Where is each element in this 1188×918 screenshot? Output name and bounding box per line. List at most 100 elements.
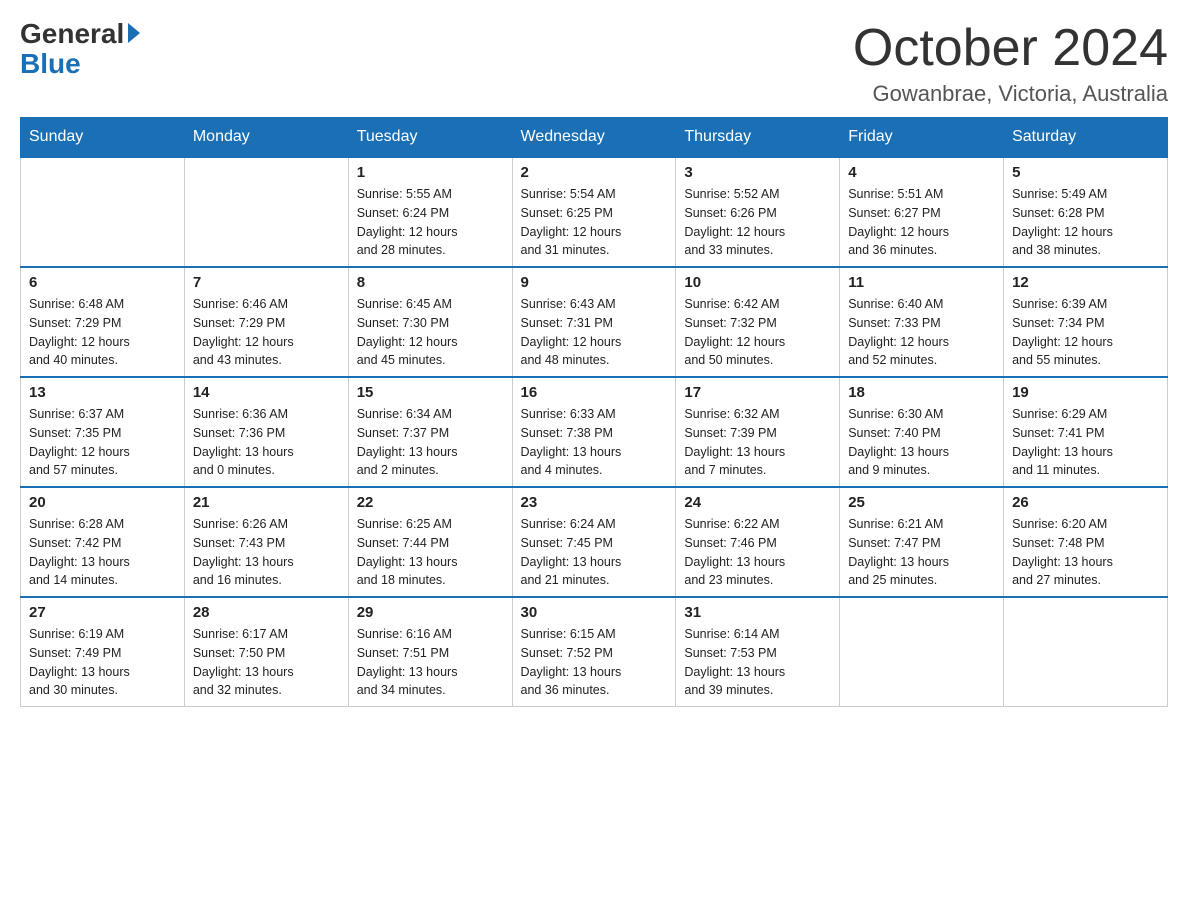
calendar-header-row: SundayMondayTuesdayWednesdayThursdayFrid… xyxy=(21,118,1168,158)
calendar-cell: 8 Sunrise: 6:45 AM Sunset: 7:30 PM Daylig… xyxy=(348,267,512,377)
day-number: 25 xyxy=(848,494,995,511)
day-info: Sunrise: 6:48 AM Sunset: 7:29 PM Dayligh… xyxy=(29,295,176,370)
day-number: 5 xyxy=(1012,164,1159,181)
logo-blue-text: Blue xyxy=(20,48,81,80)
day-number: 12 xyxy=(1012,274,1159,291)
calendar-cell: 17 Sunrise: 6:32 AM Sunset: 7:39 PM Dayli… xyxy=(676,377,840,487)
calendar-cell: 14 Sunrise: 6:36 AM Sunset: 7:36 PM Dayli… xyxy=(184,377,348,487)
day-number: 19 xyxy=(1012,384,1159,401)
day-number: 30 xyxy=(521,604,668,621)
logo-triangle-icon xyxy=(128,23,140,43)
day-info: Sunrise: 6:22 AM Sunset: 7:46 PM Dayligh… xyxy=(684,515,831,590)
day-info: Sunrise: 6:26 AM Sunset: 7:43 PM Dayligh… xyxy=(193,515,340,590)
day-info: Sunrise: 6:42 AM Sunset: 7:32 PM Dayligh… xyxy=(684,295,831,370)
day-number: 21 xyxy=(193,494,340,511)
calendar-cell: 22Sunrise: 6:25 AM Sunset: 7:44 PM Dayli… xyxy=(348,487,512,597)
week-row-4: 20Sunrise: 6:28 AM Sunset: 7:42 PM Dayli… xyxy=(21,487,1168,597)
day-number: 31 xyxy=(684,604,831,621)
location-text: Gowanbrae, Victoria, Australia xyxy=(853,81,1168,107)
day-info: Sunrise: 6:39 AM Sunset: 7:34 PM Dayligh… xyxy=(1012,295,1159,370)
calendar-cell: 2Sunrise: 5:54 AM Sunset: 6:25 PM Daylig… xyxy=(512,157,676,267)
calendar-header-tuesday: Tuesday xyxy=(348,118,512,158)
day-number: 8 xyxy=(357,274,504,291)
day-number: 16 xyxy=(521,384,668,401)
day-number: 15 xyxy=(357,384,504,401)
day-info: Sunrise: 6:21 AM Sunset: 7:47 PM Dayligh… xyxy=(848,515,995,590)
day-info: Sunrise: 6:29 AM Sunset: 7:41 PM Dayligh… xyxy=(1012,405,1159,480)
day-info: Sunrise: 6:34 AM Sunset: 7:37 PM Dayligh… xyxy=(357,405,504,480)
day-number: 29 xyxy=(357,604,504,621)
day-number: 1 xyxy=(357,164,504,181)
day-number: 23 xyxy=(521,494,668,511)
calendar-cell: 9Sunrise: 6:43 AM Sunset: 7:31 PM Daylig… xyxy=(512,267,676,377)
calendar-cell: 6Sunrise: 6:48 AM Sunset: 7:29 PM Daylig… xyxy=(21,267,185,377)
calendar-cell: 23 Sunrise: 6:24 AM Sunset: 7:45 PM Dayli… xyxy=(512,487,676,597)
day-number: 26 xyxy=(1012,494,1159,511)
day-number: 24 xyxy=(684,494,831,511)
day-info: Sunrise: 5:52 AM Sunset: 6:26 PM Dayligh… xyxy=(684,185,831,260)
calendar-cell: 31 Sunrise: 6:14 AM Sunset: 7:53 PM Dayli… xyxy=(676,597,840,707)
calendar-cell: 4Sunrise: 5:51 AM Sunset: 6:27 PM Daylig… xyxy=(840,157,1004,267)
day-info: Sunrise: 6:45 AM Sunset: 7:30 PM Dayligh… xyxy=(357,295,504,370)
calendar-cell: 12 Sunrise: 6:39 AM Sunset: 7:34 PM Dayli… xyxy=(1004,267,1168,377)
calendar-header-friday: Friday xyxy=(840,118,1004,158)
calendar-cell: 16Sunrise: 6:33 AM Sunset: 7:38 PM Dayli… xyxy=(512,377,676,487)
day-info: Sunrise: 6:19 AM Sunset: 7:49 PM Dayligh… xyxy=(29,625,176,700)
day-info: Sunrise: 6:24 AM Sunset: 7:45 PM Dayligh… xyxy=(521,515,668,590)
day-info: Sunrise: 6:36 AM Sunset: 7:36 PM Dayligh… xyxy=(193,405,340,480)
calendar-header-thursday: Thursday xyxy=(676,118,840,158)
day-info: Sunrise: 6:16 AM Sunset: 7:51 PM Dayligh… xyxy=(357,625,504,700)
logo-general-text: General xyxy=(20,20,124,48)
calendar-cell xyxy=(1004,597,1168,707)
day-number: 4 xyxy=(848,164,995,181)
calendar-cell xyxy=(184,157,348,267)
calendar-cell: 13Sunrise: 6:37 AM Sunset: 7:35 PM Dayli… xyxy=(21,377,185,487)
calendar-cell: 7 Sunrise: 6:46 AM Sunset: 7:29 PM Daylig… xyxy=(184,267,348,377)
calendar-cell: 1 Sunrise: 5:55 AM Sunset: 6:24 PM Daylig… xyxy=(348,157,512,267)
day-info: Sunrise: 6:32 AM Sunset: 7:39 PM Dayligh… xyxy=(684,405,831,480)
day-info: Sunrise: 6:28 AM Sunset: 7:42 PM Dayligh… xyxy=(29,515,176,590)
day-number: 18 xyxy=(848,384,995,401)
calendar-header-monday: Monday xyxy=(184,118,348,158)
day-number: 10 xyxy=(684,274,831,291)
calendar-cell: 28 Sunrise: 6:17 AM Sunset: 7:50 PM Dayli… xyxy=(184,597,348,707)
day-info: Sunrise: 6:20 AM Sunset: 7:48 PM Dayligh… xyxy=(1012,515,1159,590)
day-number: 28 xyxy=(193,604,340,621)
day-number: 17 xyxy=(684,384,831,401)
day-info: Sunrise: 6:15 AM Sunset: 7:52 PM Dayligh… xyxy=(521,625,668,700)
calendar-cell: 3 Sunrise: 5:52 AM Sunset: 6:26 PM Daylig… xyxy=(676,157,840,267)
calendar-header-wednesday: Wednesday xyxy=(512,118,676,158)
day-info: Sunrise: 6:46 AM Sunset: 7:29 PM Dayligh… xyxy=(193,295,340,370)
calendar-cell: 30 Sunrise: 6:15 AM Sunset: 7:52 PM Dayli… xyxy=(512,597,676,707)
day-info: Sunrise: 6:40 AM Sunset: 7:33 PM Dayligh… xyxy=(848,295,995,370)
day-number: 2 xyxy=(521,164,668,181)
day-info: Sunrise: 6:14 AM Sunset: 7:53 PM Dayligh… xyxy=(684,625,831,700)
day-number: 3 xyxy=(684,164,831,181)
day-info: Sunrise: 6:25 AM Sunset: 7:44 PM Dayligh… xyxy=(357,515,504,590)
day-number: 9 xyxy=(521,274,668,291)
calendar-cell: 19 Sunrise: 6:29 AM Sunset: 7:41 PM Dayli… xyxy=(1004,377,1168,487)
day-info: Sunrise: 6:17 AM Sunset: 7:50 PM Dayligh… xyxy=(193,625,340,700)
week-row-5: 27Sunrise: 6:19 AM Sunset: 7:49 PM Dayli… xyxy=(21,597,1168,707)
month-title: October 2024 xyxy=(853,20,1168,77)
day-number: 13 xyxy=(29,384,176,401)
day-info: Sunrise: 5:49 AM Sunset: 6:28 PM Dayligh… xyxy=(1012,185,1159,260)
calendar-header-sunday: Sunday xyxy=(21,118,185,158)
calendar-cell: 25 Sunrise: 6:21 AM Sunset: 7:47 PM Dayli… xyxy=(840,487,1004,597)
calendar-cell: 10 Sunrise: 6:42 AM Sunset: 7:32 PM Dayli… xyxy=(676,267,840,377)
calendar-cell: 29 Sunrise: 6:16 AM Sunset: 7:51 PM Dayli… xyxy=(348,597,512,707)
week-row-3: 13Sunrise: 6:37 AM Sunset: 7:35 PM Dayli… xyxy=(21,377,1168,487)
logo: General Blue xyxy=(20,20,140,80)
title-section: October 2024 Gowanbrae, Victoria, Austra… xyxy=(853,20,1168,107)
calendar-cell: 21 Sunrise: 6:26 AM Sunset: 7:43 PM Dayli… xyxy=(184,487,348,597)
calendar-header-saturday: Saturday xyxy=(1004,118,1168,158)
day-info: Sunrise: 5:55 AM Sunset: 6:24 PM Dayligh… xyxy=(357,185,504,260)
day-number: 11 xyxy=(848,274,995,291)
calendar-cell: 15 Sunrise: 6:34 AM Sunset: 7:37 PM Dayli… xyxy=(348,377,512,487)
calendar-cell: 11 Sunrise: 6:40 AM Sunset: 7:33 PM Dayli… xyxy=(840,267,1004,377)
calendar-cell xyxy=(21,157,185,267)
calendar-cell: 5 Sunrise: 5:49 AM Sunset: 6:28 PM Daylig… xyxy=(1004,157,1168,267)
day-number: 7 xyxy=(193,274,340,291)
day-number: 14 xyxy=(193,384,340,401)
week-row-2: 6Sunrise: 6:48 AM Sunset: 7:29 PM Daylig… xyxy=(21,267,1168,377)
